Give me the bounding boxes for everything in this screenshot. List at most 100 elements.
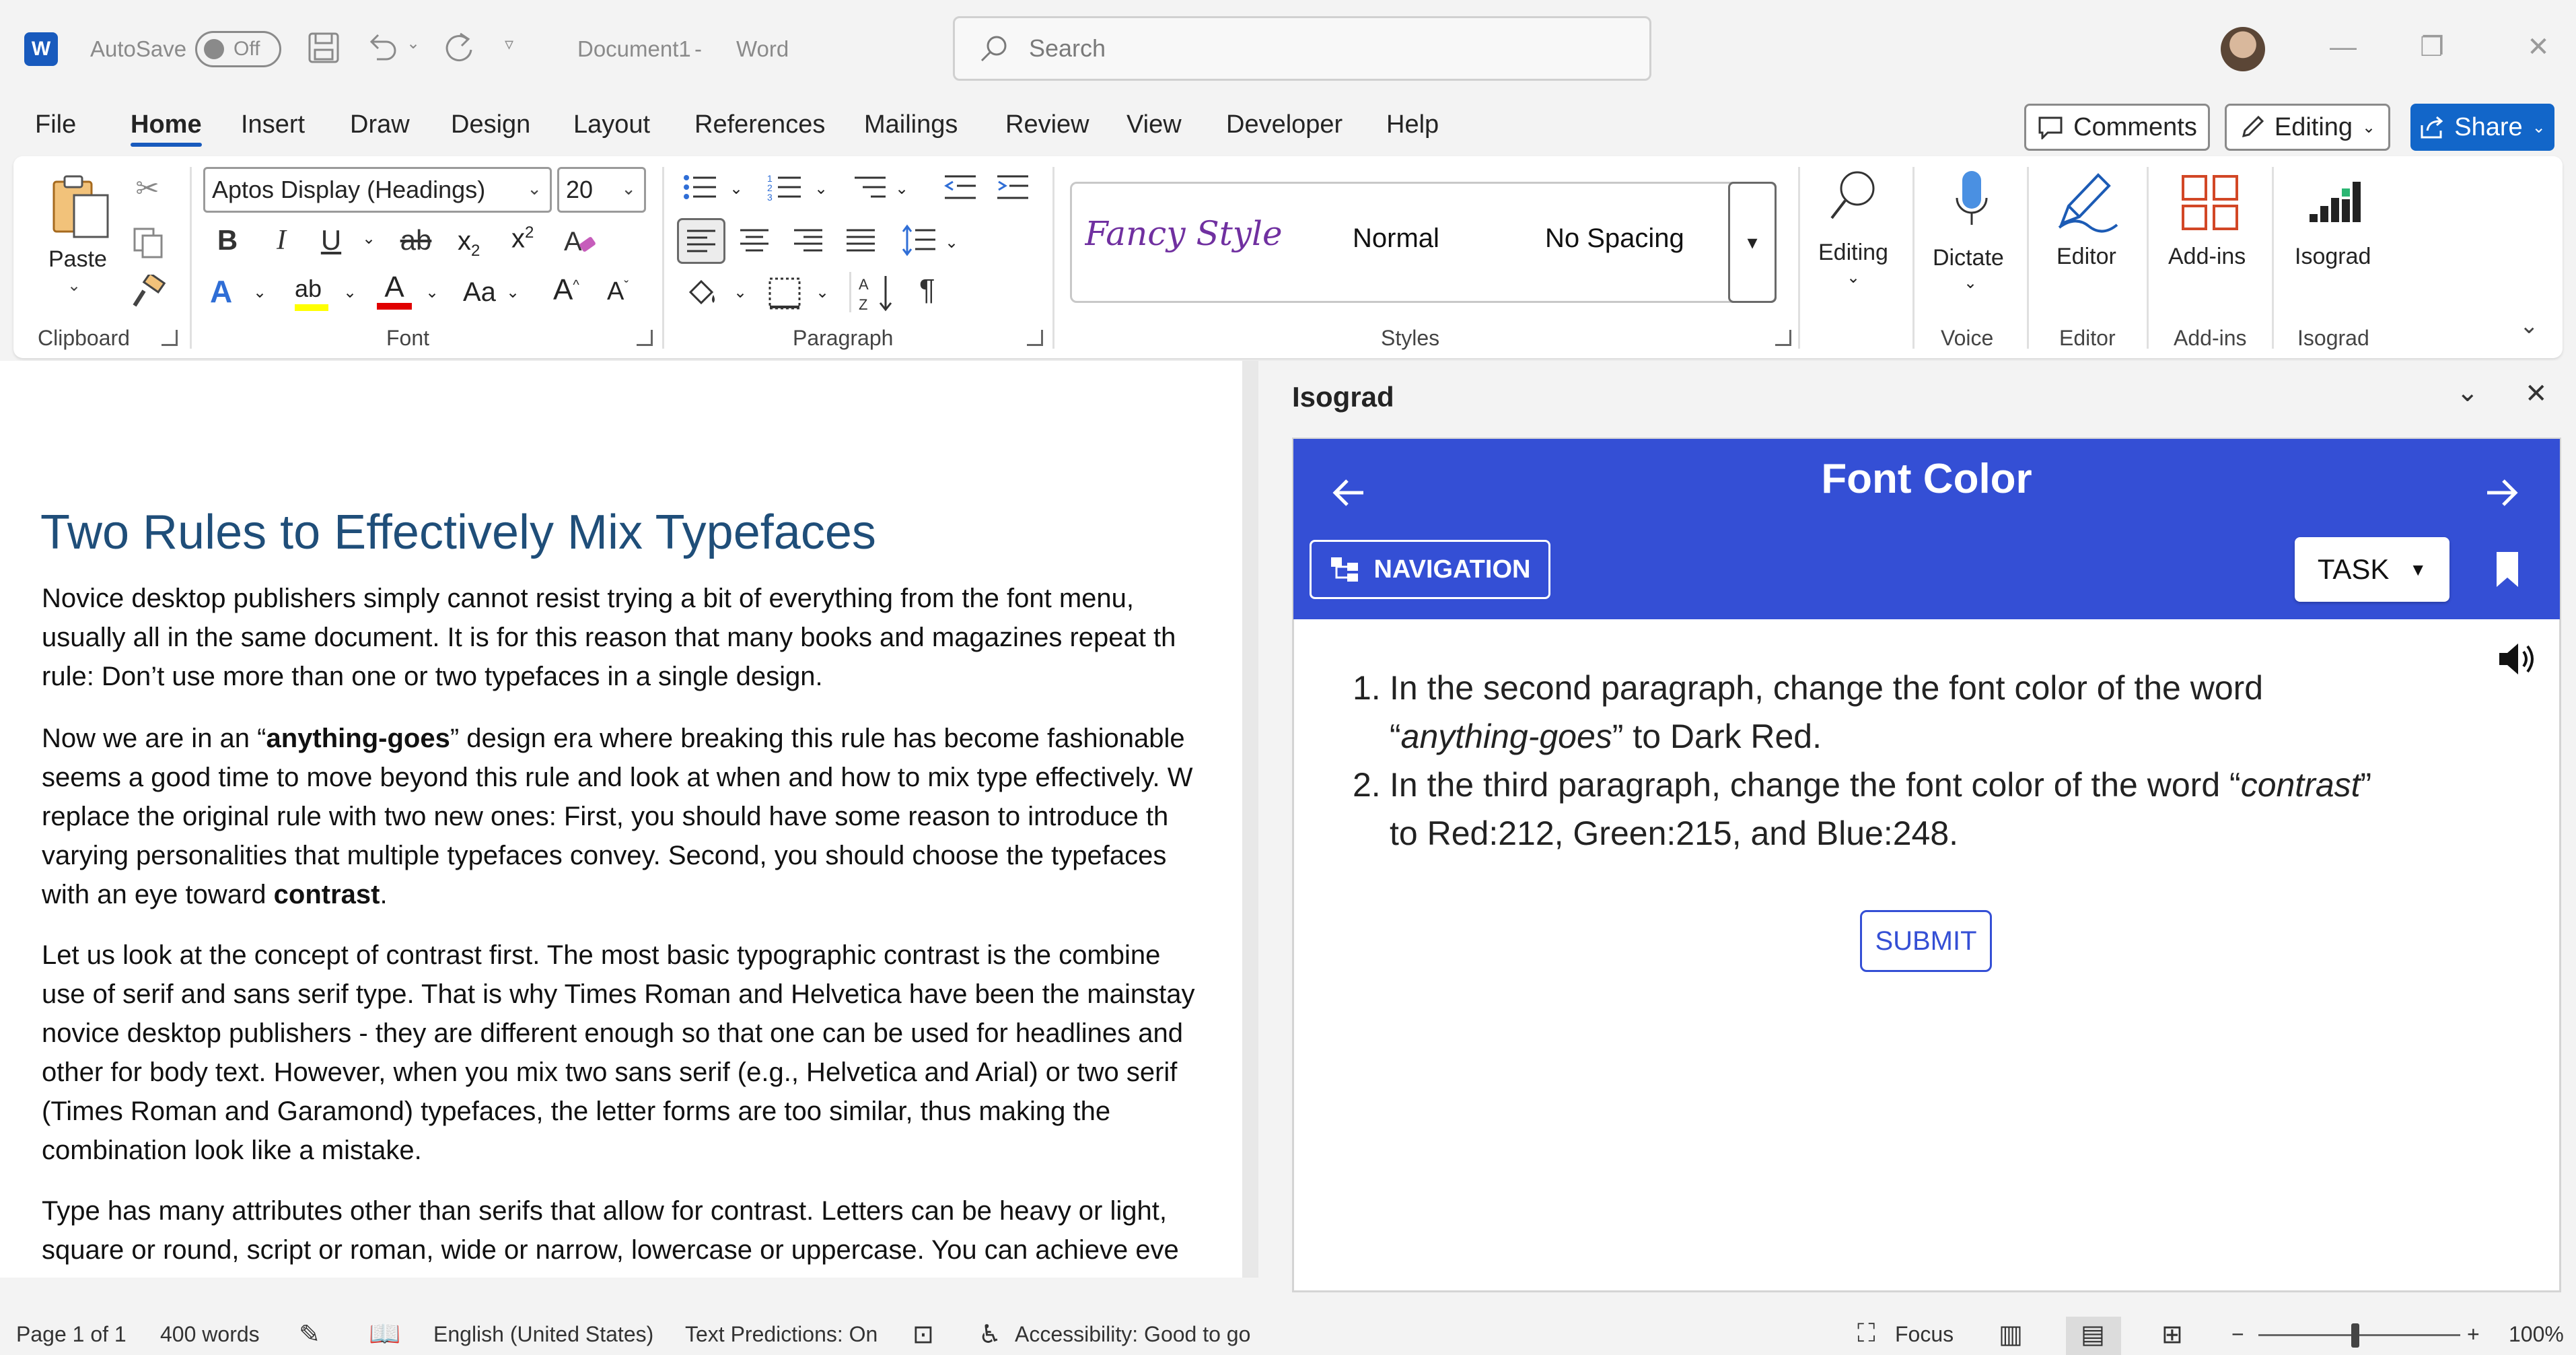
tab-mailings[interactable]: Mailings (864, 110, 958, 139)
editor-pen-icon[interactable] (2055, 168, 2122, 233)
paragraph-launcher-icon[interactable] (1027, 330, 1043, 346)
tab-review[interactable]: Review (1005, 110, 1089, 139)
tab-home[interactable]: Home (131, 110, 202, 139)
document-paragraph-3[interactable]: Let us look at the concept of contrast f… (42, 936, 1241, 1170)
read-mode-icon[interactable]: ▥ (1999, 1319, 2023, 1350)
undo-dropdown-icon[interactable]: ⌄ (406, 34, 420, 53)
navigation-button[interactable]: NAVIGATION (1310, 540, 1550, 599)
customize-icon[interactable]: ▿ (505, 34, 513, 55)
document-paragraph-2[interactable]: Now we are in an “anything-goes” design … (42, 719, 1241, 914)
isograd-label[interactable]: Isograd (2295, 244, 2371, 270)
undo-icon[interactable] (363, 31, 398, 65)
chevron-down-icon[interactable]: ⌄ (816, 283, 829, 302)
tab-view[interactable]: View (1126, 110, 1182, 139)
text-predictions-status[interactable]: Text Predictions: On (685, 1322, 878, 1347)
underline-button[interactable]: U (316, 223, 346, 257)
document-paragraph-1[interactable]: Novice desktop publishers simply cannot … (42, 579, 1241, 696)
borders-icon[interactable] (767, 276, 802, 311)
format-painter-icon[interactable] (131, 275, 166, 310)
paste-dropdown-icon[interactable]: ⌄ (67, 276, 81, 296)
submit-button[interactable]: SUBMIT (1860, 910, 1992, 972)
tab-references[interactable]: References (694, 110, 825, 139)
highlight-button[interactable]: ab (295, 275, 330, 311)
change-case-button[interactable]: Aa (463, 277, 496, 308)
line-spacing-icon[interactable] (900, 223, 937, 258)
font-color-button[interactable]: A (377, 271, 412, 310)
task-dropdown[interactable]: TASK ▼ (2295, 537, 2449, 602)
tab-file[interactable]: File (35, 110, 76, 139)
tab-draw[interactable]: Draw (350, 110, 410, 139)
chevron-down-icon[interactable]: ⌄ (621, 178, 636, 199)
editor-label[interactable]: Editor (2056, 244, 2116, 270)
minimize-icon[interactable]: — (2323, 27, 2363, 67)
bold-button[interactable]: B (213, 223, 242, 257)
page-count[interactable]: Page 1 of 1 (16, 1322, 127, 1347)
shrink-font-button[interactable]: Aˇ (607, 277, 629, 306)
focus-icon[interactable]: ⛶ (1857, 1319, 1875, 1348)
document-scrollbar[interactable] (1242, 361, 1258, 1278)
pane-close-icon[interactable]: ✕ (2525, 378, 2548, 409)
find-icon[interactable] (1828, 168, 1877, 222)
user-avatar[interactable] (2221, 27, 2265, 71)
chevron-down-icon[interactable]: ⌄ (945, 233, 958, 252)
chevron-down-icon[interactable]: ⌄ (734, 283, 747, 302)
style-normal[interactable]: Normal (1353, 223, 1439, 254)
chevron-down-icon[interactable]: ⌄ (1964, 273, 1977, 293)
zoom-slider-track[interactable] (2258, 1334, 2460, 1336)
dictate-label[interactable]: Dictate (1933, 245, 2004, 271)
bookmark-icon[interactable] (2494, 551, 2521, 588)
clipboard-launcher-icon[interactable] (162, 330, 178, 346)
tab-developer[interactable]: Developer (1226, 110, 1343, 139)
word-count[interactable]: 400 words (160, 1322, 260, 1347)
predictions-icon[interactable]: ⊡ (913, 1319, 934, 1350)
numbering-icon[interactable]: 123 (767, 172, 803, 202)
accessibility-icon[interactable]: ♿ (978, 1319, 1001, 1350)
text-effects-button[interactable]: A (210, 273, 250, 311)
chevron-down-icon[interactable]: ⌄ (1847, 268, 1860, 287)
microphone-icon[interactable] (1952, 168, 1992, 236)
editing-mode-button[interactable]: Editing ⌄ (2225, 104, 2390, 151)
paste-label[interactable]: Paste (48, 246, 107, 273)
style-no-spacing[interactable]: No Spacing (1545, 223, 1684, 254)
chevron-down-icon[interactable]: ⌄ (814, 179, 828, 199)
styles-more-button[interactable]: ▾ (1728, 182, 1777, 303)
accessibility-status[interactable]: Accessibility: Good to go (1015, 1322, 1250, 1347)
font-size-combo[interactable]: 20 ⌄ (557, 167, 646, 213)
chevron-down-icon[interactable]: ⌄ (253, 283, 266, 302)
center-icon[interactable] (738, 226, 771, 256)
pilcrow-icon[interactable]: ¶ (919, 273, 935, 307)
font-launcher-icon[interactable] (637, 330, 653, 346)
proofing-icon[interactable]: ✎ (299, 1319, 320, 1350)
search-box[interactable]: Search (953, 16, 1651, 81)
language-status[interactable]: English (United States) (433, 1322, 653, 1347)
shading-icon[interactable] (684, 276, 721, 311)
restore-icon[interactable]: ❐ (2412, 27, 2452, 67)
zoom-slider-thumb[interactable] (2351, 1323, 2359, 1348)
italic-button[interactable]: I (266, 223, 296, 257)
bullets-icon[interactable] (682, 172, 719, 202)
tab-insert[interactable]: Insert (241, 110, 305, 139)
superscript-button[interactable]: x2 (511, 223, 545, 257)
chevron-down-icon[interactable]: ⌄ (343, 283, 357, 302)
justify-icon[interactable] (844, 226, 878, 256)
web-layout-icon[interactable]: ⊞ (2161, 1319, 2183, 1350)
copy-icon[interactable] (132, 226, 164, 258)
chevron-down-icon[interactable]: ⌄ (527, 178, 542, 199)
underline-dropdown-icon[interactable]: ⌄ (362, 229, 375, 248)
tab-help[interactable]: Help (1386, 110, 1439, 139)
styles-launcher-icon[interactable] (1775, 330, 1791, 346)
decrease-indent-icon[interactable] (942, 172, 978, 202)
cut-icon[interactable]: ✂ (132, 172, 163, 204)
style-fancy-style[interactable]: Fancy Style (1085, 214, 1287, 268)
read-aloud-book-icon[interactable]: 📖 (369, 1319, 400, 1349)
comments-button[interactable]: Comments (2024, 104, 2210, 151)
zoom-level[interactable]: 100% (2509, 1322, 2564, 1347)
grow-font-button[interactable]: A^ (553, 273, 579, 307)
tab-design[interactable]: Design (451, 110, 530, 139)
align-left-button[interactable] (677, 218, 725, 264)
zoom-in-button[interactable]: + (2467, 1322, 2480, 1347)
subscript-button[interactable]: x2 (458, 226, 491, 260)
print-layout-icon[interactable]: ▤ (2081, 1319, 2105, 1350)
font-name-combo[interactable]: Aptos Display (Headings) ⌄ (203, 167, 552, 213)
addins-label[interactable]: Add-ins (2168, 244, 2246, 270)
